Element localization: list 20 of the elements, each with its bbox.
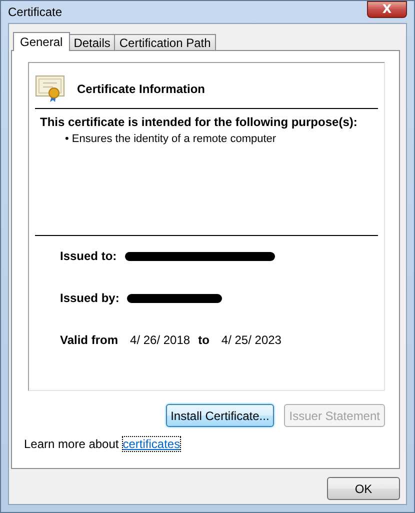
date-value: 4/ 26/ 2018 (130, 333, 190, 347)
section-heading: Certificate Information (77, 82, 206, 96)
bullet: • (65, 133, 69, 145)
default-button[interactable]: Install Certificate... (166, 404, 274, 427)
tab[interactable]: Details (68, 34, 116, 50)
tab[interactable]: General (13, 32, 70, 51)
certificate-icon (35, 75, 65, 103)
date-value: 4/ 25/ 2023 (221, 333, 282, 347)
field-label: Issued to: (60, 249, 117, 263)
field-label: Valid from (60, 333, 118, 347)
purpose-text: Ensures the identity of a remote computer (72, 133, 276, 145)
close-button[interactable]: X (367, 0, 407, 18)
field-label: to (198, 333, 210, 347)
certificates-link[interactable]: certificates (122, 437, 180, 451)
field-label: Issued by: (60, 291, 120, 305)
learn-more-text: Learn more about (24, 437, 119, 451)
purpose-title: This certificate is intended for the following purpose(s): (40, 115, 358, 129)
window-title: Certificate (8, 5, 62, 19)
dialog-button[interactable]: OK (327, 477, 400, 500)
tab[interactable]: Certification Path (114, 34, 216, 50)
